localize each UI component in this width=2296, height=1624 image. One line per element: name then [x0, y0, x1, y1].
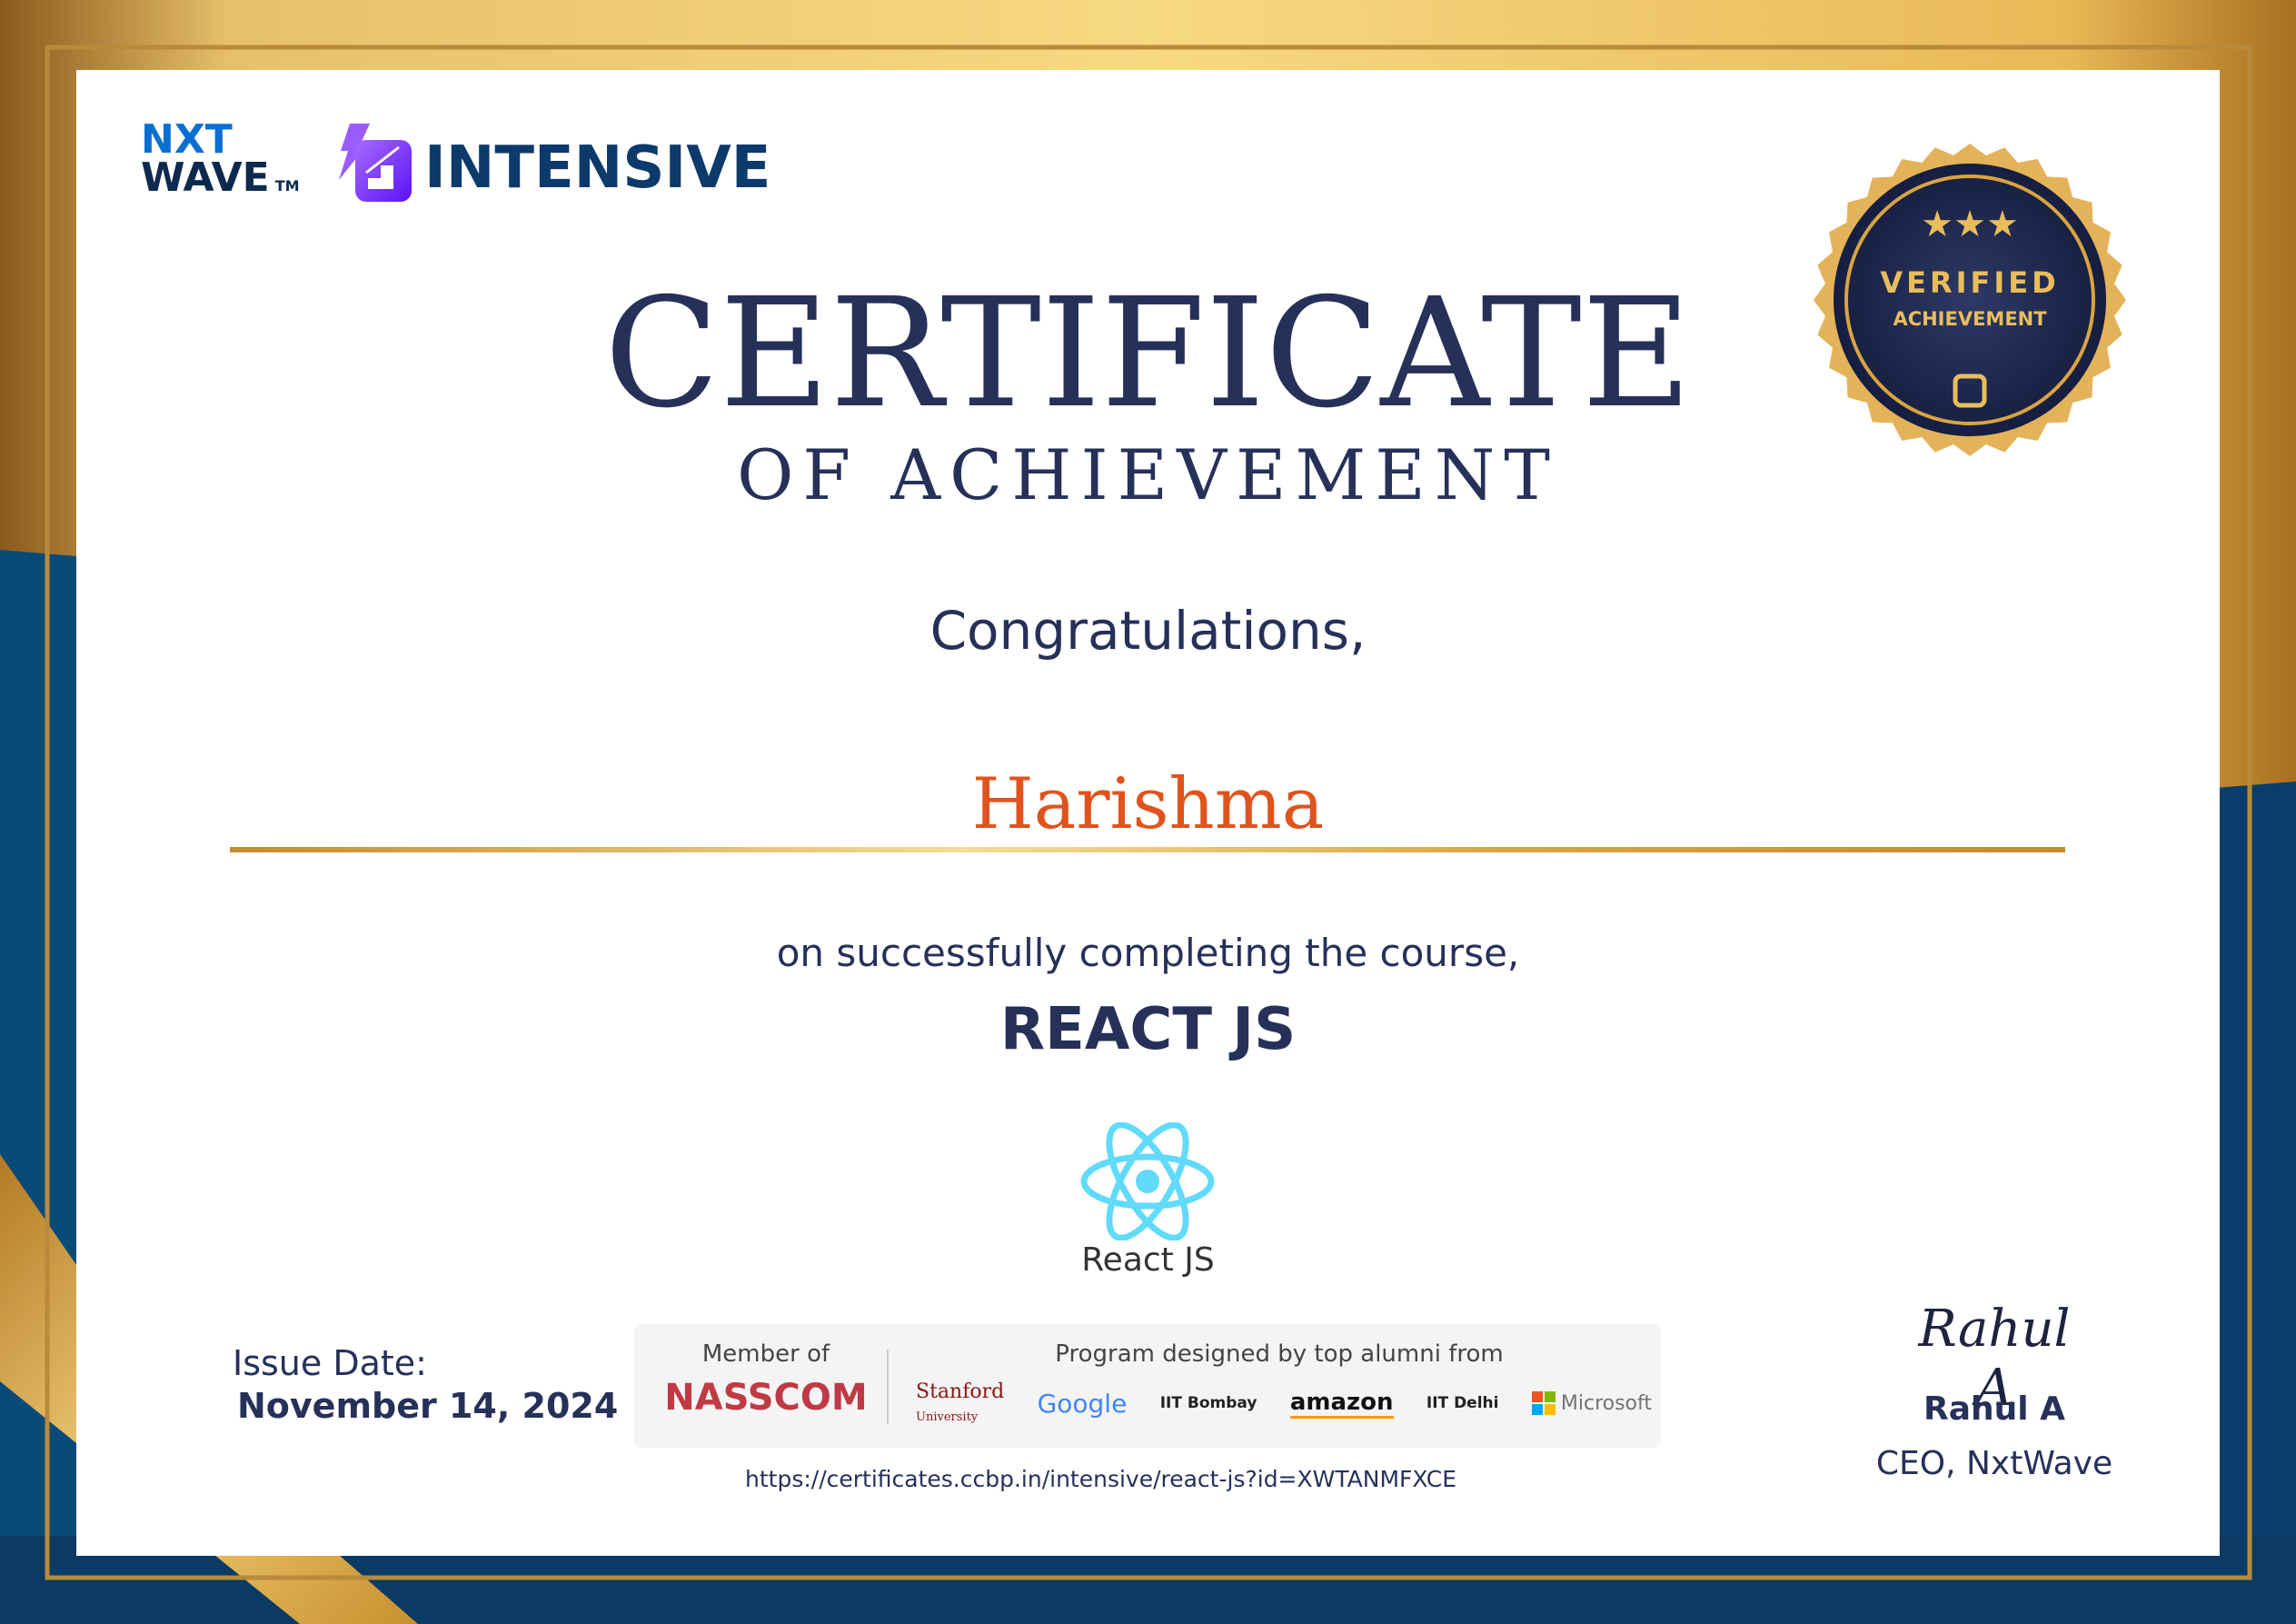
- stanford-logo: Stanford University: [916, 1380, 1005, 1424]
- amazon-logo: amazon: [1289, 1389, 1394, 1419]
- iit-delhi-logo: IIT Delhi: [1426, 1394, 1499, 1412]
- nasscom-logo: NASSCOM: [664, 1377, 868, 1419]
- signatory-name: Rahul A: [1923, 1390, 2065, 1428]
- certificate-url[interactable]: https://certificates.ccbp.in/intensive/r…: [745, 1466, 1456, 1492]
- course-name: REACT JS: [999, 996, 1297, 1063]
- divider: [887, 1350, 889, 1424]
- certificate-title: CERTIFICATE: [603, 266, 1692, 442]
- microsoft-logo: Microsoft: [1531, 1391, 1652, 1415]
- intensive-wordmark: INTENSIVE: [424, 135, 771, 202]
- nxtwave-logo: NXT WAVE TM: [141, 116, 300, 201]
- name-underline: [230, 847, 2065, 852]
- badge-stars: ★★★: [1921, 204, 2019, 245]
- react-logo-icon: [1080, 1122, 1215, 1240]
- recipient-name: Harishma: [971, 763, 1325, 845]
- issue-date-label: Issue Date:: [233, 1343, 427, 1383]
- completion-text: on successfully completing the course,: [776, 931, 1520, 975]
- partners-box: Member of NASSCOM Program designed by to…: [634, 1324, 1661, 1448]
- certificate-subtitle: OF ACHIEVEMENT: [737, 434, 1559, 515]
- react-logo-label: React JS: [1081, 1241, 1215, 1279]
- google-logo: Google: [1037, 1388, 1128, 1419]
- member-of-label: Member of: [701, 1340, 830, 1368]
- partner-logos: Stanford University Google IIT Bombay ama…: [916, 1380, 1652, 1426]
- issue-date: November 14, 2024: [237, 1386, 619, 1426]
- intensive-logo-icon: [339, 124, 412, 202]
- greeting: Congratulations,: [929, 600, 1367, 662]
- designed-by-label: Program designed by top alumni from: [1055, 1340, 1504, 1368]
- signatory-title: CEO, NxtWave: [1875, 1445, 2113, 1482]
- iit-bombay-logo: IIT Bombay: [1159, 1394, 1257, 1412]
